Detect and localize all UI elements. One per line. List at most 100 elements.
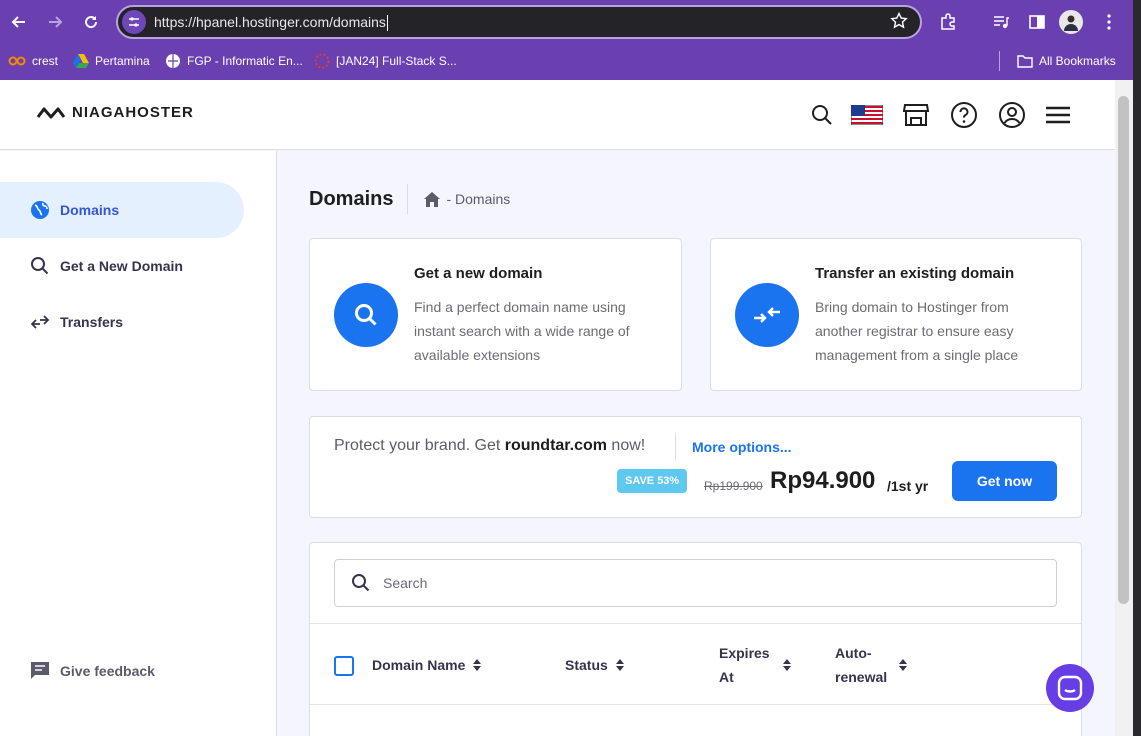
url-text[interactable]: https://hpanel.hostinger.com/domains	[154, 14, 388, 32]
chat-support-button[interactable]	[1046, 664, 1094, 712]
domain-search-box[interactable]	[334, 559, 1057, 607]
chat-icon	[1057, 675, 1083, 701]
bookmark-pertamina[interactable]: Pertamina	[73, 51, 150, 71]
scrollbar-thumb[interactable]	[1118, 96, 1129, 604]
extensions-button[interactable]	[934, 8, 962, 36]
back-button[interactable]	[5, 8, 33, 36]
card-title: Get a new domain	[414, 265, 543, 282]
puzzle-icon	[941, 13, 955, 30]
page-title-row: Domains - Domains	[309, 184, 510, 214]
side-panel-button[interactable]	[1023, 8, 1051, 36]
site-header: NIAGAHOSTER	[0, 80, 1115, 150]
profile-photo-icon	[1064, 15, 1078, 31]
get-now-button[interactable]: Get now	[952, 461, 1057, 501]
get-new-domain-card[interactable]: Get a new domain Find a perfect domain n…	[309, 238, 682, 391]
us-flag-icon	[851, 105, 883, 125]
transfer-icon	[30, 315, 50, 329]
account-icon	[999, 102, 1025, 128]
bookmark-fgp[interactable]: FGP - Informatic En...	[165, 51, 303, 71]
kebab-menu-icon	[1107, 14, 1111, 30]
bookmarks-divider	[999, 51, 1000, 71]
playlist-icon	[994, 16, 1009, 29]
promo-message: Protect your brand. Get roundtar.com now…	[334, 437, 646, 454]
domain-search-input[interactable]	[383, 575, 983, 591]
header-search-button[interactable]	[806, 99, 838, 131]
feedback-icon	[31, 662, 49, 679]
home-icon[interactable]	[424, 191, 441, 207]
browser-menu-button[interactable]	[1095, 8, 1123, 36]
address-bar[interactable]: https://hpanel.hostinger.com/domains	[116, 5, 922, 39]
transfer-arrows-icon	[754, 307, 780, 323]
sidebar-item-get-new-domain[interactable]: Get a New Domain	[0, 238, 244, 294]
browser-chrome: https://hpanel.hostinger.com/domains cre…	[0, 0, 1133, 80]
bookmark-crest[interactable]: crest	[8, 51, 58, 71]
page-scrollbar[interactable]	[1115, 80, 1133, 736]
search-icon	[812, 105, 832, 125]
card-description: Bring domain to Hostinger from another r…	[815, 299, 1019, 363]
card-icon-circle	[334, 283, 398, 347]
profile-avatar[interactable]	[1059, 10, 1083, 34]
bookmark-star-icon[interactable]	[890, 11, 908, 35]
promo-price: Rp94.900	[770, 467, 876, 494]
help-icon	[951, 102, 977, 128]
site-info-button[interactable]	[122, 10, 146, 34]
table-header: Domain Name Status Expires At Auto-renew…	[310, 623, 1081, 705]
all-bookmarks-button[interactable]: All Bookmarks	[1017, 51, 1116, 71]
folder-icon	[1017, 55, 1033, 68]
sort-icon[interactable]	[615, 659, 624, 671]
store-icon	[903, 104, 929, 126]
save-badge: SAVE 53%	[617, 469, 688, 493]
sort-icon[interactable]	[473, 659, 482, 671]
niagahoster-logo[interactable]: NIAGAHOSTER	[36, 104, 194, 121]
niagahoster-logo-icon	[36, 107, 66, 118]
bookmarks-bar: crest Pertamina FGP - Informatic En... […	[0, 44, 1133, 80]
card-description: Find a perfect domain name using instant…	[414, 299, 630, 363]
sort-icon[interactable]	[899, 659, 907, 671]
give-feedback-button[interactable]: Give feedback	[30, 661, 155, 681]
select-all-checkbox[interactable]	[334, 656, 354, 676]
price-period: /1st yr	[887, 478, 929, 494]
reload-icon	[85, 16, 98, 29]
forward-button[interactable]	[41, 8, 69, 36]
old-price: Rp199.900	[704, 479, 763, 493]
more-options-link[interactable]: More options...	[692, 439, 792, 455]
store-button[interactable]	[900, 99, 932, 131]
main-content: Domains - Domains Get a new domain Find …	[278, 151, 1115, 736]
infinity-icon	[8, 56, 26, 66]
sidebar-item-transfers[interactable]: Transfers	[0, 294, 244, 350]
hamburger-menu-button[interactable]	[1042, 99, 1074, 131]
globe-icon	[166, 54, 180, 68]
side-panel-icon	[1029, 15, 1045, 29]
help-button[interactable]	[948, 99, 980, 131]
page-title: Domains	[309, 184, 409, 214]
google-drive-icon	[73, 54, 89, 68]
menu-icon	[1046, 106, 1070, 124]
forward-arrow-icon	[49, 16, 63, 28]
promo-domain: roundtar.com	[504, 437, 607, 454]
domains-table-card: Domain Name Status Expires At Auto-renew…	[309, 542, 1082, 736]
search-icon	[31, 257, 49, 275]
media-control-button[interactable]	[987, 8, 1015, 36]
column-status[interactable]: Status	[565, 653, 624, 677]
reload-button[interactable]	[77, 8, 105, 36]
card-icon-circle	[735, 283, 799, 347]
browser-toolbar: https://hpanel.hostinger.com/domains	[0, 0, 1133, 44]
bookmark-jan24[interactable]: [JAN24] Full-Stack S...	[314, 51, 457, 71]
column-auto-renewal[interactable]: Auto-renewal	[835, 641, 907, 689]
account-button[interactable]	[996, 99, 1028, 131]
language-button[interactable]	[851, 99, 883, 131]
sort-icon[interactable]	[783, 659, 791, 671]
domain-promo-banner: Protect your brand. Get roundtar.com now…	[309, 416, 1082, 518]
adjacent-window-strip	[1133, 0, 1141, 736]
globe-icon	[31, 201, 49, 219]
search-icon	[355, 304, 377, 326]
sidebar-item-domains[interactable]: Domains	[0, 182, 244, 238]
back-arrow-icon	[11, 16, 25, 28]
column-expires-at[interactable]: Expires At	[719, 641, 791, 689]
card-title: Transfer an existing domain	[815, 265, 1015, 282]
hpanel-page: NIAGAHOSTER Domains Get a New Domain Tra…	[0, 80, 1115, 736]
promo-divider	[675, 433, 676, 461]
column-domain-name[interactable]: Domain Name	[372, 653, 482, 677]
transfer-domain-card[interactable]: Transfer an existing domain Bring domain…	[710, 238, 1082, 391]
tune-icon	[129, 17, 139, 27]
